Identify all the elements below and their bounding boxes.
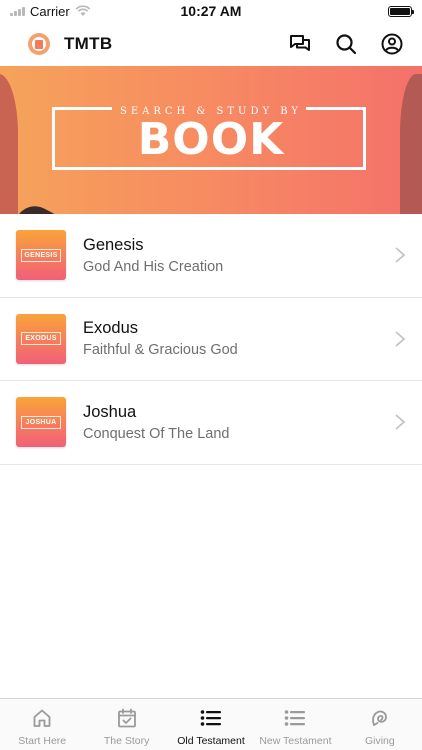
book-thumbnail: EXODUS <box>16 313 66 364</box>
wifi-icon <box>75 5 91 16</box>
book-thumbnail: JOSHUA <box>16 397 66 448</box>
book-text: Joshua Conquest Of The Land <box>83 403 229 442</box>
carrier-label: Carrier <box>30 3 70 19</box>
status-time: 10:27 AM <box>180 3 242 19</box>
status-bar: Carrier 10:27 AM <box>0 0 422 22</box>
hero-title: BOOK <box>137 114 285 165</box>
chevron-right-icon <box>395 247 406 263</box>
book-description: Faithful & Gracious God <box>83 342 238 359</box>
tab-the-story[interactable]: The Story <box>84 699 168 750</box>
calendar-check-icon <box>116 707 138 729</box>
tab-old-testament[interactable]: Old Testament <box>169 699 253 750</box>
status-left: Carrier <box>10 4 91 19</box>
book-list: GENESIS Genesis God And His Creation EXO… <box>0 214 422 465</box>
tab-bar: Start Here The Story Old Testament New T… <box>0 698 422 750</box>
tab-start-here[interactable]: Start Here <box>0 699 84 750</box>
search-icon[interactable] <box>334 32 358 56</box>
book-row-joshua[interactable]: JOSHUA Joshua Conquest Of The Land <box>0 381 422 465</box>
tab-label: Old Testament <box>177 735 245 747</box>
book-description: God And His Creation <box>83 258 224 275</box>
book-row-genesis[interactable]: GENESIS Genesis God And His Creation <box>0 214 422 298</box>
thumbnail-label: GENESIS <box>21 248 61 262</box>
microphone-left <box>7 199 107 214</box>
chat-icon[interactable] <box>288 32 312 56</box>
book-text: Exodus Faithful & Gracious God <box>83 319 238 358</box>
profile-icon[interactable] <box>380 32 404 56</box>
book-name: Joshua <box>83 402 137 421</box>
app-header: TMTB <box>0 22 422 66</box>
hero-banner: SEARCH & STUDY BY BOOK <box>0 66 422 214</box>
tab-giving[interactable]: Giving <box>338 699 422 750</box>
giving-icon <box>369 707 391 729</box>
header-actions <box>288 32 404 56</box>
chevron-right-icon <box>395 331 406 347</box>
list-icon <box>200 707 222 729</box>
signal-icon <box>10 6 25 16</box>
tab-label: New Testament <box>259 735 332 747</box>
app-logo-icon <box>28 33 50 55</box>
book-name: Genesis <box>83 235 144 254</box>
tab-new-testament[interactable]: New Testament <box>253 699 337 750</box>
app-title: TMTB <box>64 34 113 53</box>
book-text: Genesis God And His Creation <box>83 236 223 275</box>
book-row-exodus[interactable]: EXODUS Exodus Faithful & Gracious God <box>0 298 422 381</box>
book-thumbnail: GENESIS <box>16 230 66 281</box>
tab-label: The Story <box>103 735 150 747</box>
list-icon <box>284 707 306 729</box>
thumbnail-label: EXODUS <box>21 332 61 346</box>
home-icon <box>31 707 53 729</box>
chevron-right-icon <box>395 414 406 430</box>
battery-icon <box>388 5 414 17</box>
tab-label: Giving <box>364 735 395 747</box>
tab-label: Start Here <box>18 735 67 747</box>
book-description: Conquest Of The Land <box>83 425 230 442</box>
thumbnail-label: JOSHUA <box>21 415 61 429</box>
book-name: Exodus <box>83 319 139 338</box>
